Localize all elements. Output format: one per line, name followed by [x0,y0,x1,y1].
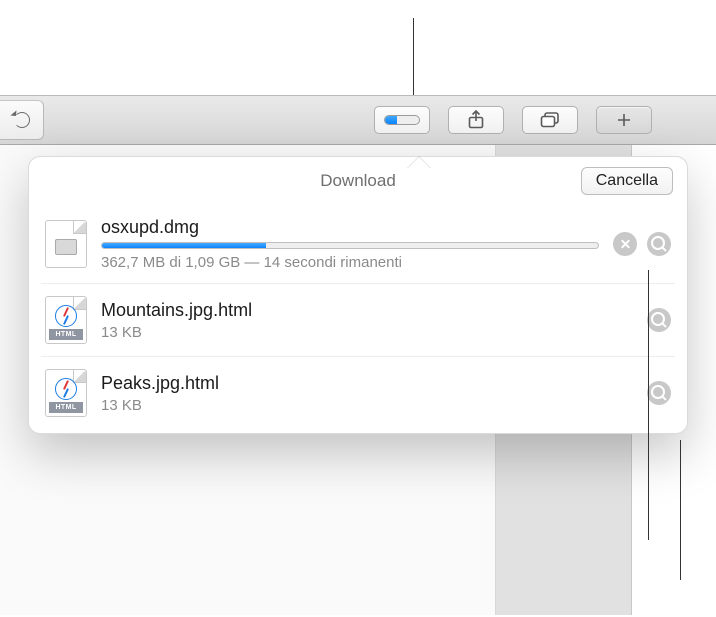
reload-button[interactable] [0,100,44,140]
safari-compass-icon [55,378,77,400]
reload-icon [14,112,30,128]
download-filename: Mountains.jpg.html [101,300,633,321]
share-icon [467,110,485,130]
download-filename: osxupd.dmg [101,217,599,238]
downloads-button[interactable] [374,106,430,134]
new-tab-button[interactable] [596,106,652,134]
download-status: 13 KB [101,397,633,414]
disk-image-glyph-icon [55,239,77,255]
callout-line-stop [648,270,649,540]
download-progress-bar [101,242,599,249]
download-body: Peaks.jpg.html 13 KB [101,373,633,414]
plus-icon [616,112,632,128]
download-actions [647,381,671,405]
callout-line-downloads [413,18,414,100]
clear-button[interactable]: Cancella [581,167,673,195]
download-item: HTML Peaks.jpg.html 13 KB [41,356,675,429]
popover-header: Download Cancella [29,157,687,205]
download-item: HTML Mountains.jpg.html 13 KB [41,283,675,356]
stop-download-button[interactable] [613,232,637,256]
download-actions [613,232,671,256]
download-progress-fill [102,243,266,248]
downloads-progress-icon [384,115,420,125]
file-badge: HTML [49,329,83,340]
reveal-in-finder-button[interactable] [647,381,671,405]
download-body: Mountains.jpg.html 13 KB [101,300,633,341]
show-tabs-button[interactable] [522,106,578,134]
browser-toolbar [0,95,716,145]
tabs-icon [539,111,561,129]
clear-button-label: Cancella [596,172,658,190]
download-actions [647,308,671,332]
share-button[interactable] [448,106,504,134]
download-status: 13 KB [101,324,633,341]
file-html-icon: HTML [45,296,87,344]
download-filename: Peaks.jpg.html [101,373,633,394]
reveal-in-finder-button[interactable] [647,308,671,332]
safari-compass-icon [55,305,77,327]
callout-line-reveal [680,440,681,580]
popover-title: Download [320,171,396,191]
downloads-list: osxupd.dmg 362,7 MB di 1,09 GB — 14 seco… [29,205,687,429]
file-badge: HTML [49,402,83,413]
downloads-popover: Download Cancella osxupd.dmg 362,7 MB di… [28,156,688,434]
file-dmg-icon [45,220,87,268]
file-html-icon: HTML [45,369,87,417]
reveal-in-finder-button[interactable] [647,232,671,256]
downloads-progress-fill [385,116,397,124]
download-body: osxupd.dmg 362,7 MB di 1,09 GB — 14 seco… [101,217,599,271]
download-status: 362,7 MB di 1,09 GB — 14 secondi rimanen… [101,254,599,271]
download-item: osxupd.dmg 362,7 MB di 1,09 GB — 14 seco… [41,205,675,283]
